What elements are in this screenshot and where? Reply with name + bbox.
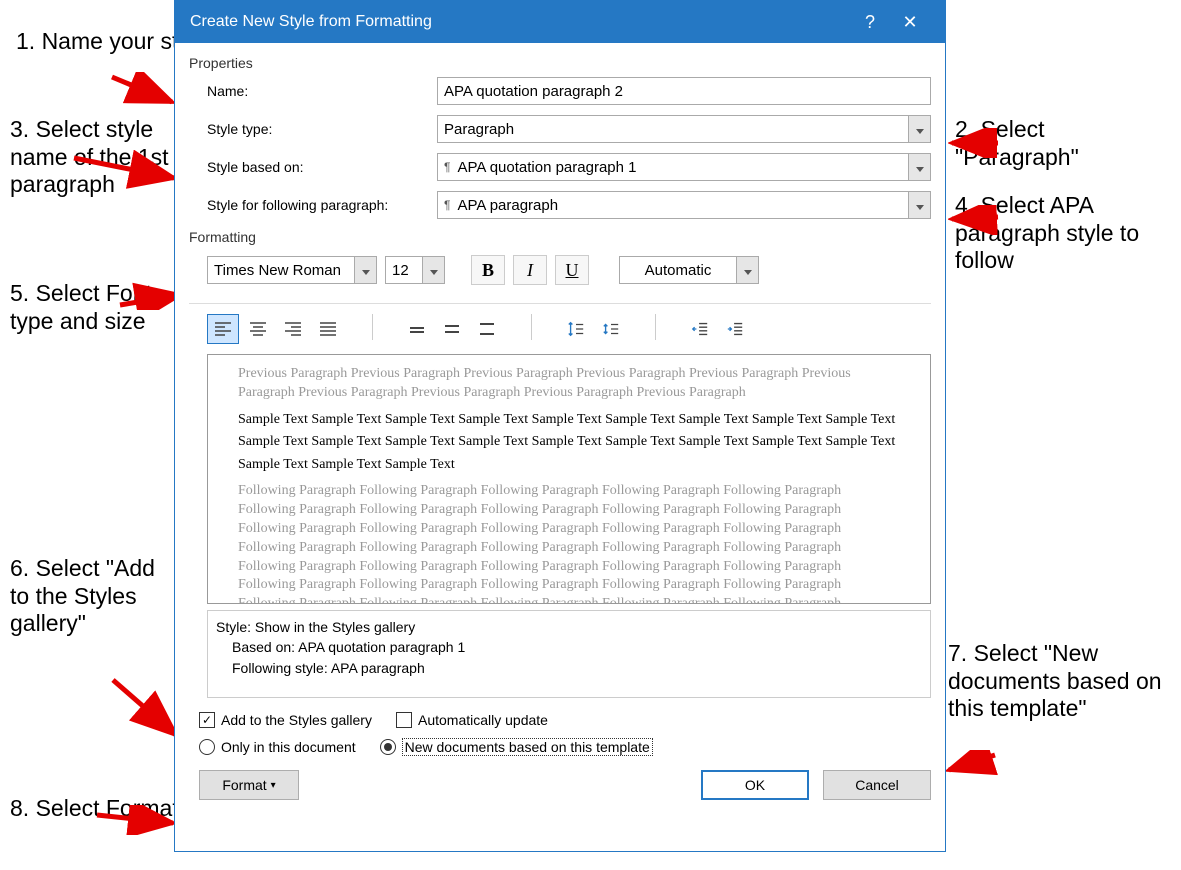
font-value: Times New Roman	[208, 257, 354, 283]
arrow-2	[948, 128, 1003, 158]
chevron-down-icon[interactable]	[908, 154, 930, 180]
style-info-line1: Style: Show in the Styles gallery	[216, 617, 922, 637]
size-dropdown[interactable]: 12	[385, 256, 445, 284]
section-properties: Properties	[189, 55, 931, 71]
chevron-down-icon[interactable]	[736, 257, 758, 283]
style-info-line2: Based on: APA quotation paragraph 1	[216, 637, 922, 657]
chevron-down-icon[interactable]	[908, 192, 930, 218]
section-formatting: Formatting	[189, 229, 931, 245]
auto-update-checkbox[interactable]: Automatically update	[396, 712, 548, 728]
preview-previous: Previous Paragraph Previous Paragraph Pr…	[238, 365, 900, 403]
bold-button[interactable]: B	[471, 255, 505, 285]
font-dropdown[interactable]: Times New Roman	[207, 256, 377, 284]
chevron-down-icon[interactable]	[354, 257, 376, 283]
color-value: Automatic	[620, 257, 736, 283]
align-left-button[interactable]	[207, 314, 239, 344]
ok-button[interactable]: OK	[701, 770, 809, 800]
add-to-gallery-checkbox[interactable]: ✓Add to the Styles gallery	[199, 712, 372, 728]
help-icon[interactable]: ?	[850, 12, 890, 33]
following-dropdown[interactable]: ¶APA paragraph	[437, 191, 931, 219]
size-value: 12	[386, 257, 422, 283]
italic-button[interactable]: I	[513, 255, 547, 285]
dialog-create-style: Create New Style from Formatting ? ✕ Pro…	[174, 0, 946, 852]
chevron-down-icon[interactable]	[422, 257, 444, 283]
decrease-indent-button[interactable]	[684, 314, 716, 344]
label-name: Name:	[207, 83, 427, 99]
preview-sample: Sample Text Sample Text Sample Text Samp…	[238, 409, 900, 476]
annotation-6: 6. Select "Add to the Styles gallery"	[10, 555, 160, 638]
arrow-6	[108, 675, 183, 745]
arrow-8	[95, 805, 180, 835]
preview-following: Following Paragraph Following Paragraph …	[238, 482, 900, 604]
label-style-type: Style type:	[207, 121, 427, 137]
add-to-gallery-label: Add to the Styles gallery	[221, 712, 372, 728]
arrow-4	[948, 205, 1003, 235]
increase-indent-button[interactable]	[719, 314, 751, 344]
style-type-dropdown[interactable]: Paragraph	[437, 115, 931, 143]
following-value: ¶APA paragraph	[438, 192, 908, 218]
only-this-doc-radio[interactable]: Only in this document	[199, 739, 356, 755]
align-center-button[interactable]	[242, 314, 274, 344]
align-justify-button[interactable]	[312, 314, 344, 344]
titlebar: Create New Style from Formatting ? ✕	[175, 1, 945, 43]
cancel-button[interactable]: Cancel	[823, 770, 931, 800]
chevron-down-icon[interactable]	[908, 116, 930, 142]
based-on-dropdown[interactable]: ¶APA quotation paragraph 1	[437, 153, 931, 181]
label-following: Style for following paragraph:	[207, 197, 427, 213]
style-description: Style: Show in the Styles gallery Based …	[207, 610, 931, 698]
name-input[interactable]	[437, 77, 931, 105]
linespace-2-button[interactable]	[471, 314, 503, 344]
format-button[interactable]: Format▾	[199, 770, 299, 800]
dialog-title: Create New Style from Formatting	[190, 13, 850, 31]
new-docs-template-radio[interactable]: New documents based on this template	[380, 738, 653, 756]
only-this-doc-label: Only in this document	[221, 739, 356, 755]
annotation-7: 7. Select "New documents based on this t…	[948, 640, 1163, 723]
align-right-button[interactable]	[277, 314, 309, 344]
linespace-1-button[interactable]	[401, 314, 433, 344]
space-before-dec-button[interactable]	[595, 314, 627, 344]
arrow-7	[945, 750, 1000, 780]
underline-button[interactable]: U	[555, 255, 589, 285]
style-info-line3: Following style: APA paragraph	[216, 658, 922, 678]
preview-pane: Previous Paragraph Previous Paragraph Pr…	[207, 354, 931, 604]
space-before-inc-button[interactable]	[560, 314, 592, 344]
linespace-15-button[interactable]	[436, 314, 468, 344]
arrow-3	[72, 150, 182, 190]
new-docs-template-label: New documents based on this template	[402, 738, 653, 756]
font-color-dropdown[interactable]: Automatic	[619, 256, 759, 284]
arrow-1	[110, 72, 180, 110]
label-based-on: Style based on:	[207, 159, 427, 175]
based-on-value: ¶APA quotation paragraph 1	[438, 154, 908, 180]
auto-update-label: Automatically update	[418, 712, 548, 728]
close-icon[interactable]: ✕	[890, 12, 930, 33]
style-type-value: Paragraph	[438, 116, 908, 142]
